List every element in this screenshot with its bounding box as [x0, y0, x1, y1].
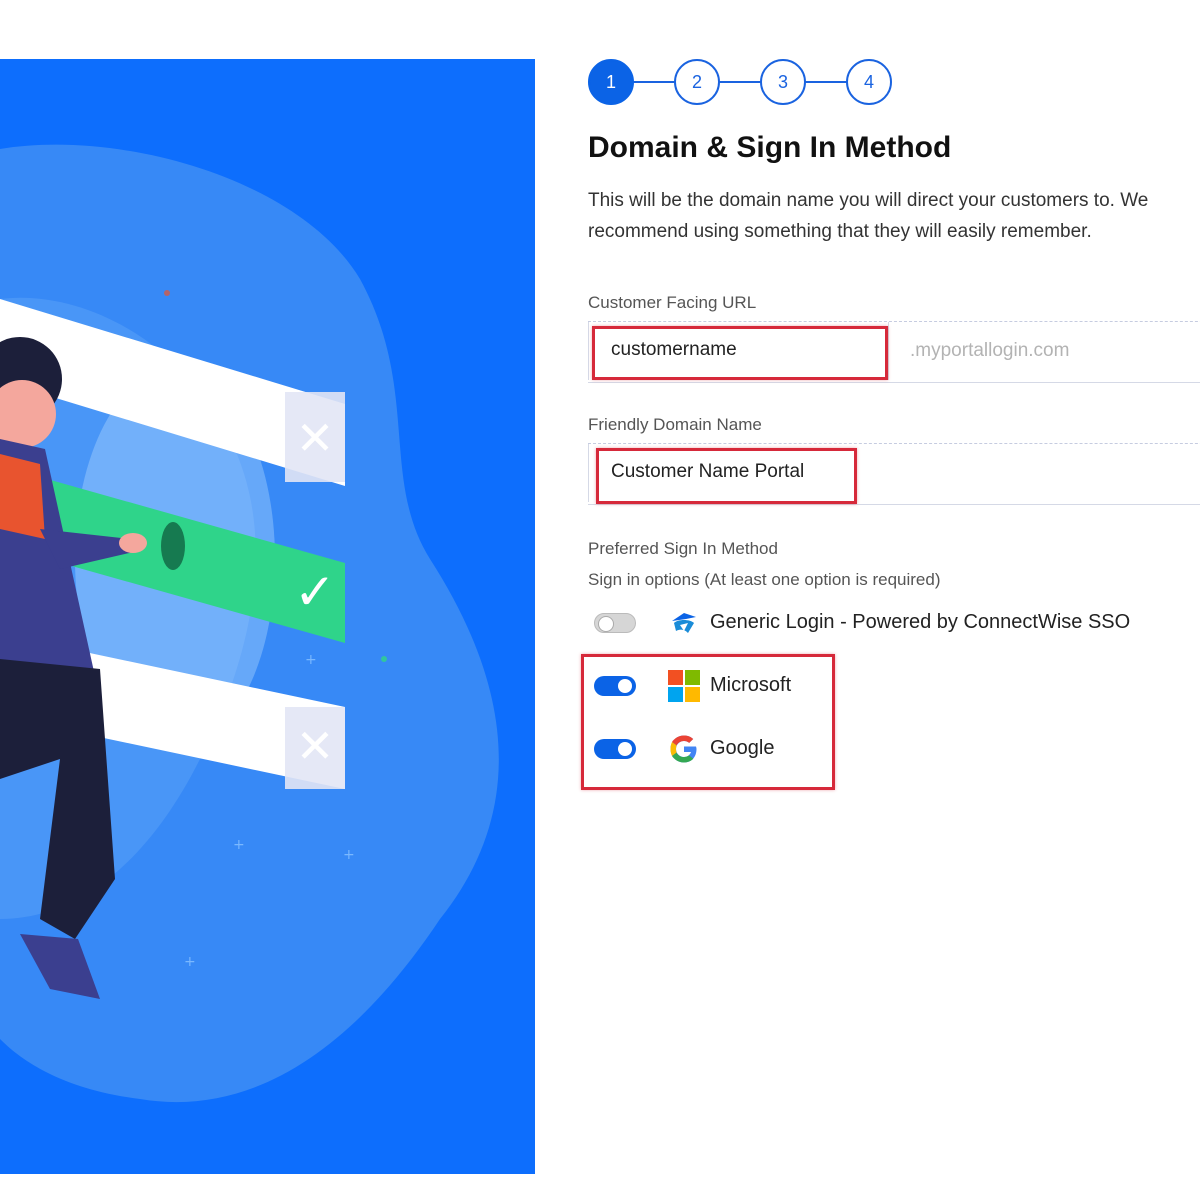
microsoft-toggle[interactable]	[594, 676, 636, 696]
setup-form: 1 2 3 4 Domain & Sign In Method This wil…	[581, 59, 1200, 1174]
svg-text:+: +	[184, 954, 196, 970]
step-indicator: 1 2 3 4	[588, 59, 908, 105]
svg-text:+: +	[343, 847, 355, 863]
microsoft-icon	[668, 670, 700, 702]
suffix-divider	[888, 322, 889, 380]
step-connector	[632, 81, 676, 83]
svg-text:+: +	[233, 837, 245, 853]
svg-text:✕: ✕	[296, 719, 335, 773]
connectwise-option-label: Generic Login - Powered by ConnectWise S…	[710, 611, 1131, 633]
step-2-button[interactable]: 2	[674, 59, 720, 105]
step-1-button[interactable]: 1	[588, 59, 634, 105]
toggle-knob	[598, 616, 614, 632]
step-4-button[interactable]: 4	[846, 59, 892, 105]
google-option-label: Google	[710, 737, 775, 759]
step-3-button[interactable]: 3	[760, 59, 806, 105]
toggle-knob	[618, 679, 632, 693]
connectwise-toggle[interactable]	[594, 613, 636, 633]
google-toggle[interactable]	[594, 739, 636, 759]
sign-in-hint: Sign in options (At least one option is …	[588, 570, 941, 589]
login-illustration: ✕ ✓ ✕ + + + +	[0, 144, 499, 1103]
sso-options-highlight	[581, 654, 835, 790]
hero-illustration: ✕ ✓ ✕ + + + +	[0, 59, 535, 1174]
friendly-name-input[interactable]: Customer Name Portal	[588, 444, 1200, 502]
step-connector	[804, 81, 848, 83]
subdomain-input[interactable]: customername	[588, 322, 887, 380]
subdomain-value: customername	[611, 339, 737, 360]
page-description: This will be the domain name you will di…	[588, 190, 1149, 242]
toggle-knob	[618, 742, 632, 756]
friendly-name-value: Customer Name Portal	[611, 461, 805, 482]
friendly-field-label: Friendly Domain Name	[588, 415, 762, 434]
svg-text:✓: ✓	[294, 563, 336, 621]
page-title: Domain & Sign In Method	[588, 131, 952, 164]
svg-text:+: +	[305, 652, 317, 668]
url-field-label: Customer Facing URL	[588, 293, 757, 312]
connectwise-icon	[672, 613, 696, 633]
google-icon	[670, 735, 697, 763]
svg-text:✕: ✕	[296, 411, 335, 465]
step-connector	[718, 81, 762, 83]
sign-in-section-label: Preferred Sign In Method	[588, 539, 778, 558]
microsoft-option-label: Microsoft	[710, 674, 792, 696]
url-input-row: customername .myportallogin.com	[588, 321, 1200, 383]
friendly-input-row: Customer Name Portal	[588, 443, 1200, 505]
domain-suffix: .myportallogin.com	[910, 340, 1070, 361]
